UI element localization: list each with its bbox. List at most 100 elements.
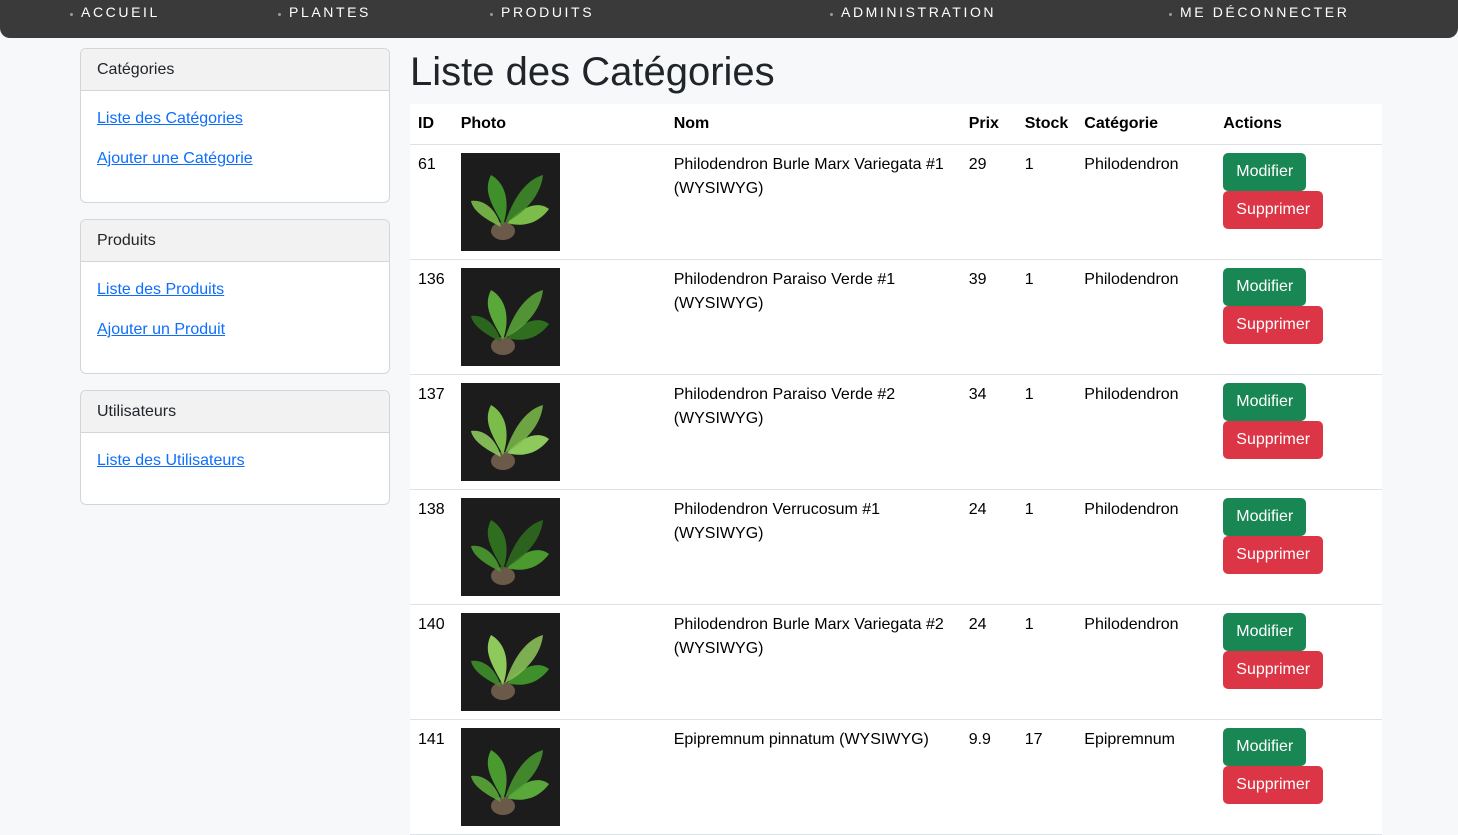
- delete-button[interactable]: Supprimer: [1223, 306, 1324, 344]
- nav-accueil-label: ACCUEIL: [81, 4, 160, 20]
- cell-prix: 24: [960, 604, 1017, 720]
- cell-stock: 1: [1016, 374, 1077, 490]
- col-header-categorie: Catégorie: [1076, 104, 1216, 145]
- cell-nom: Philodendron Burle Marx Variegata #2 (WY…: [665, 604, 961, 720]
- cell-id: 61: [410, 144, 453, 260]
- modify-button[interactable]: Modifier: [1223, 383, 1307, 421]
- delete-button[interactable]: Supprimer: [1223, 536, 1324, 574]
- page-title: Liste des Catégories: [410, 50, 775, 94]
- nav-plantes[interactable]: PLANTES: [278, 3, 371, 21]
- table-header-row: ID Photo Nom Prix Stock Catégorie Action…: [410, 104, 1382, 145]
- cell-stock: 1: [1016, 144, 1077, 260]
- cell-prix: 29: [960, 144, 1017, 260]
- plant-photo: [460, 268, 560, 366]
- link-ajouter-produit[interactable]: Ajouter un Produit: [97, 320, 373, 340]
- cell-categorie: Philodendron: [1076, 374, 1216, 490]
- cell-actions: Modifier Supprimer: [1215, 144, 1382, 260]
- table-row: 140 Philodendron Burle Marx Variegata #2 …: [410, 604, 1382, 720]
- top-navbar: ACCUEIL PLANTES PRODUITS ADMINISTRATION …: [0, 0, 1458, 38]
- nav-plantes-label: PLANTES: [289, 4, 371, 20]
- link-liste-categories[interactable]: Liste des Catégories: [97, 109, 373, 129]
- actions-group: Modifier Supprimer: [1223, 613, 1374, 689]
- delete-button[interactable]: Supprimer: [1223, 651, 1324, 689]
- cell-id: 136: [410, 259, 453, 375]
- nav-administration[interactable]: ADMINISTRATION: [830, 3, 996, 21]
- cell-id: 137: [410, 374, 453, 490]
- bullet-icon: [278, 12, 281, 16]
- actions-group: Modifier Supprimer: [1223, 383, 1374, 459]
- card-header-produits: Produits: [81, 220, 389, 262]
- col-header-stock: Stock: [1016, 104, 1077, 145]
- cell-photo: [452, 489, 666, 605]
- cell-photo: [452, 719, 666, 835]
- link-ajouter-categorie[interactable]: Ajouter une Catégorie: [97, 149, 373, 169]
- modify-button[interactable]: Modifier: [1223, 153, 1307, 191]
- nav-logout[interactable]: ME DÉCONNECTER: [1169, 3, 1349, 21]
- plant-photo: [460, 153, 560, 251]
- cell-id: 140: [410, 604, 453, 720]
- delete-button[interactable]: Supprimer: [1223, 191, 1324, 229]
- col-header-actions: Actions: [1215, 104, 1382, 145]
- sidebar-card-utilisateurs: Utilisateurs Liste des Utilisateurs: [80, 390, 390, 505]
- modify-button[interactable]: Modifier: [1223, 613, 1307, 651]
- cell-photo: [452, 259, 666, 375]
- cell-actions: Modifier Supprimer: [1215, 604, 1382, 720]
- table-row: 138 Philodendron Verrucosum #1 (WYSIWYG) 2…: [410, 489, 1382, 605]
- cell-categorie: Philodendron: [1076, 259, 1216, 375]
- modify-button[interactable]: Modifier: [1223, 728, 1307, 766]
- nav-accueil[interactable]: ACCUEIL: [70, 3, 160, 21]
- bullet-icon: [490, 12, 493, 16]
- plant-photo: [460, 498, 560, 596]
- sidebar-card-produits: Produits Liste des Produits Ajouter un P…: [80, 219, 390, 374]
- products-table-wrapper: ID Photo Nom Prix Stock Catégorie Action…: [410, 104, 1382, 835]
- delete-button[interactable]: Supprimer: [1223, 766, 1324, 804]
- card-header-categories: Catégories: [81, 49, 389, 91]
- bullet-icon: [1169, 12, 1172, 16]
- actions-group: Modifier Supprimer: [1223, 728, 1374, 804]
- nav-administration-label: ADMINISTRATION: [841, 4, 997, 20]
- plant-photo: [460, 613, 560, 711]
- modify-button[interactable]: Modifier: [1223, 498, 1307, 536]
- delete-button[interactable]: Supprimer: [1223, 421, 1324, 459]
- cell-stock: 17: [1016, 719, 1077, 835]
- bullet-icon: [830, 12, 833, 16]
- link-liste-utilisateurs[interactable]: Liste des Utilisateurs: [97, 451, 373, 471]
- sidebar-card-categories: Catégories Liste des Catégories Ajouter …: [80, 48, 390, 203]
- products-table: ID Photo Nom Prix Stock Catégorie Action…: [410, 104, 1382, 835]
- nav-produits[interactable]: PRODUITS: [490, 3, 594, 21]
- cell-categorie: Epipremnum: [1076, 719, 1216, 835]
- cell-prix: 24: [960, 489, 1017, 605]
- actions-group: Modifier Supprimer: [1223, 498, 1374, 574]
- card-body: Liste des Catégories Ajouter une Catégor…: [81, 91, 389, 169]
- cell-actions: Modifier Supprimer: [1215, 719, 1382, 835]
- cell-categorie: Philodendron: [1076, 604, 1216, 720]
- bullet-icon: [70, 12, 73, 16]
- cell-nom: Philodendron Verrucosum #1 (WYSIWYG): [665, 489, 961, 605]
- cell-prix: 34: [960, 374, 1017, 490]
- table-row: 136 Philodendron Paraiso Verde #1 (WYSIWY…: [410, 259, 1382, 375]
- col-header-id: ID: [410, 104, 453, 145]
- cell-nom: Philodendron Burle Marx Variegata #1 (WY…: [665, 144, 961, 260]
- cell-prix: 9.9: [960, 719, 1017, 835]
- col-header-prix: Prix: [960, 104, 1017, 145]
- cell-photo: [452, 604, 666, 720]
- modify-button[interactable]: Modifier: [1223, 268, 1307, 306]
- cell-actions: Modifier Supprimer: [1215, 374, 1382, 490]
- col-header-nom: Nom: [665, 104, 961, 145]
- cell-stock: 1: [1016, 489, 1077, 605]
- table-row: 141 Epipremnum pinnatum (WYSIWYG) 9.9 17 Epi…: [410, 719, 1382, 835]
- cell-categorie: Philodendron: [1076, 144, 1216, 260]
- cell-id: 138: [410, 489, 453, 605]
- cell-actions: Modifier Supprimer: [1215, 259, 1382, 375]
- cell-nom: Philodendron Paraiso Verde #1 (WYSIWYG): [665, 259, 961, 375]
- actions-group: Modifier Supprimer: [1223, 153, 1374, 229]
- table-row: 61 Philodendron Burle Marx Variegata #1 (…: [410, 144, 1382, 260]
- plant-photo: [460, 383, 560, 481]
- col-header-photo: Photo: [452, 104, 666, 145]
- link-liste-produits[interactable]: Liste des Produits: [97, 280, 373, 300]
- card-body: Liste des Utilisateurs: [81, 433, 389, 471]
- actions-group: Modifier Supprimer: [1223, 268, 1374, 344]
- cell-photo: [452, 144, 666, 260]
- plant-photo: [460, 728, 560, 826]
- cell-nom: Epipremnum pinnatum (WYSIWYG): [665, 719, 961, 835]
